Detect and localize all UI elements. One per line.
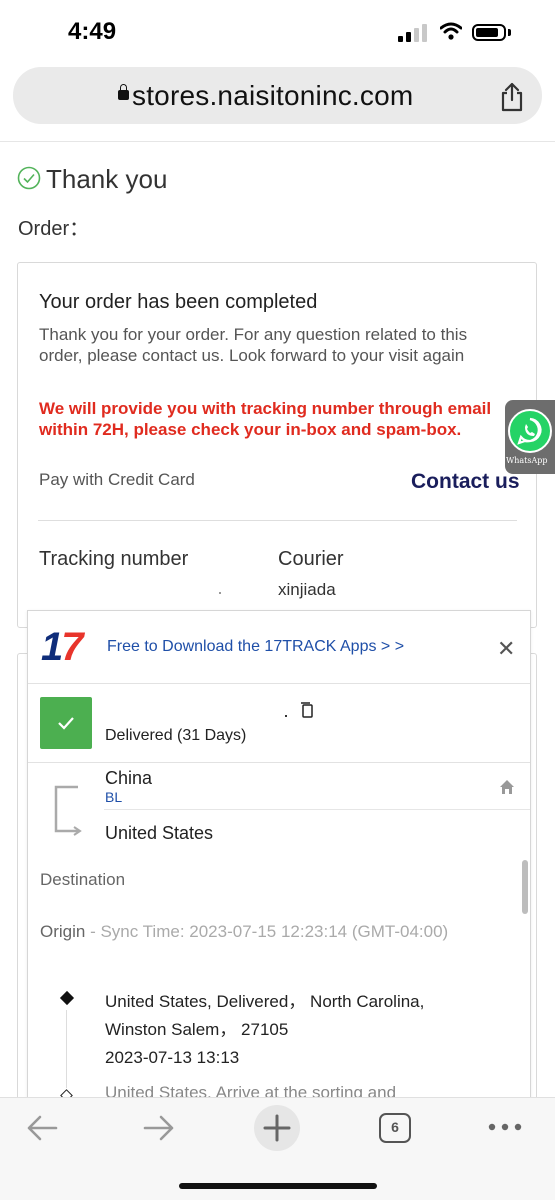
cellular-signal-icon	[398, 24, 428, 42]
event-location-detail: Winston Salem， 27105	[105, 1020, 289, 1039]
17track-logo: 17	[41, 625, 84, 669]
status-time: 4:49	[68, 18, 117, 45]
home-icon[interactable]	[499, 779, 515, 795]
destination-country: United States	[105, 823, 214, 843]
header-divider	[0, 141, 555, 142]
tracking-number-masked	[285, 715, 287, 717]
home-indicator[interactable]	[179, 1183, 377, 1189]
tracking-number-value	[219, 592, 221, 594]
more-icon[interactable]	[488, 1120, 522, 1134]
whatsapp-label: WhatsApp	[506, 456, 548, 465]
payment-method: Pay with Credit Card	[39, 470, 195, 489]
origin-country: China	[105, 768, 153, 788]
order-status-title: Your order has been completed	[39, 291, 318, 313]
event-time: 2023-07-13 13:13	[105, 1048, 240, 1067]
card-divider	[38, 520, 517, 521]
widget-divider	[28, 762, 530, 763]
order-label: Order：	[18, 218, 90, 240]
lock-icon	[118, 84, 129, 100]
battery-icon	[472, 24, 506, 41]
download-app-link[interactable]: Free to Download the 17TRACK Apps > >	[107, 638, 404, 656]
check-circle-icon	[17, 166, 41, 190]
sync-time: - Sync Time: 2023-07-15 12:23:14 (GMT-04…	[85, 922, 449, 941]
delivered-status-icon	[40, 697, 92, 749]
origin-label[interactable]: Origin	[40, 922, 85, 941]
tracking-event: United States, Delivered， North Carolina…	[105, 988, 505, 1072]
tabs-button[interactable]: 6	[379, 1113, 411, 1143]
new-tab-button[interactable]	[254, 1105, 300, 1151]
share-icon[interactable]	[498, 82, 526, 112]
logo-text: 17	[41, 625, 84, 669]
whatsapp-icon[interactable]	[508, 409, 552, 453]
wifi-icon	[440, 22, 462, 40]
logo-accent: 7	[61, 625, 83, 669]
carrier-code[interactable]: BL	[105, 789, 122, 805]
page-title: Thank you	[46, 164, 168, 194]
copy-icon[interactable]	[300, 702, 314, 718]
plus-icon	[263, 1114, 291, 1142]
courier-label: Courier	[278, 548, 344, 570]
forward-arrow-icon[interactable]	[143, 1114, 175, 1142]
destination-label[interactable]: Destination	[40, 870, 125, 890]
delivery-status: Delivered (31 Days)	[105, 727, 247, 744]
battery-tip	[508, 29, 511, 36]
contact-us-link[interactable]: Contact us	[411, 470, 520, 494]
tracking-number-label: Tracking number	[39, 548, 189, 570]
scrollbar[interactable]	[522, 860, 528, 914]
checkmark-icon	[58, 717, 74, 730]
timeline-line	[66, 1010, 67, 1088]
order-card	[17, 262, 537, 628]
order-message: Thank you for your order. For any questi…	[39, 325, 468, 365]
route-icon	[54, 785, 82, 836]
origin-sync-line: Origin - Sync Time: 2023-07-15 12:23:14 …	[40, 918, 480, 946]
url-text[interactable]: stores.naisitoninc.com	[132, 80, 413, 112]
back-arrow-icon[interactable]	[26, 1114, 58, 1142]
courier-value: xinjiada	[278, 580, 336, 599]
route-divider	[104, 809, 530, 810]
close-icon[interactable]: ✕	[497, 636, 515, 662]
tracking-notice: We will provide you with tracking number…	[39, 399, 492, 439]
widget-divider	[28, 683, 530, 684]
event-location: United States, Delivered， North Carolina…	[105, 992, 425, 1011]
